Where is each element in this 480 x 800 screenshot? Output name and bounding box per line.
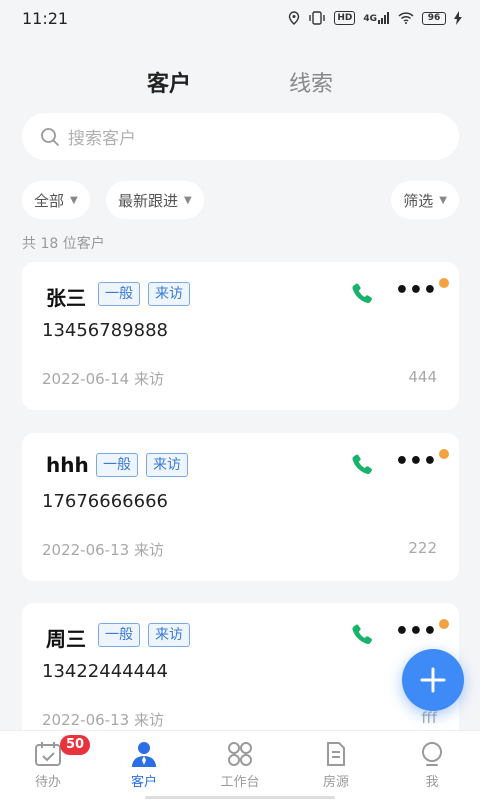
battery-icon: 96 — [422, 11, 446, 25]
customer-phone: 13456789888 — [42, 320, 168, 341]
unread-dot — [439, 449, 449, 459]
customer-phone: 17676666666 — [42, 491, 168, 512]
person-icon — [132, 742, 156, 767]
customer-card[interactable]: hhh 一般 来访 ••• 17676666666 2022-06-13 来访 … — [22, 433, 459, 581]
caret-down-icon: ▼ — [70, 194, 78, 206]
customer-tag: 来访 — [148, 282, 190, 306]
caret-down-icon: ▼ — [184, 194, 192, 206]
customer-card[interactable]: 周三 一般 来访 ••• 13422444444 2022-06-13 来访 f… — [22, 603, 459, 751]
customer-note: 222 — [408, 539, 437, 557]
more-icon[interactable]: ••• — [395, 621, 437, 643]
nav-item-me[interactable]: 我 — [384, 731, 480, 800]
home-indicator — [145, 796, 335, 799]
more-icon[interactable]: ••• — [395, 451, 437, 473]
nav-label: 客户 — [130, 775, 157, 790]
customer-tags: 一般 来访 — [96, 453, 188, 477]
filter-all-label: 全部 — [34, 191, 65, 210]
profile-bulb-icon — [422, 742, 442, 766]
customer-date: 2022-06-14 来访 — [42, 370, 164, 388]
plus-icon — [420, 667, 446, 693]
sort-latest-label: 最新跟进 — [118, 191, 179, 210]
caret-down-icon: ▼ — [439, 194, 447, 206]
phone-icon[interactable] — [349, 280, 375, 308]
tab-customers[interactable]: 客户 — [147, 62, 191, 102]
phone-icon[interactable] — [349, 621, 375, 649]
customer-tag: 一般 — [98, 623, 140, 647]
customer-tag: 来访 — [146, 453, 188, 477]
customer-tags: 一般 来访 — [98, 282, 190, 306]
customer-card[interactable]: 张三 一般 来访 ••• 13456789888 2022-06-14 来访 4… — [22, 262, 459, 410]
charging-icon — [454, 11, 462, 25]
customer-date: 2022-06-13 来访 — [42, 541, 164, 559]
nav-label: 我 — [425, 775, 439, 790]
network-label: 4G — [363, 14, 377, 24]
customer-note: fff — [421, 709, 437, 727]
customer-name: 周三 — [46, 627, 86, 651]
nav-label: 工作台 — [220, 775, 260, 790]
tab-leads[interactable]: 线索 — [289, 62, 333, 102]
phone-icon[interactable] — [349, 451, 375, 479]
sort-latest-dropdown[interactable]: 最新跟进 ▼ — [106, 181, 204, 219]
bottom-nav: 50 待办 客户 工作台 房源 我 — [0, 730, 480, 800]
status-icons: HD 4G 96 — [288, 11, 462, 25]
nav-item-listings[interactable]: 房源 — [288, 731, 384, 800]
network-icon: 4G — [363, 12, 390, 24]
status-bar: 11:21 HD 4G 96 — [0, 0, 480, 36]
add-customer-button[interactable] — [402, 649, 464, 711]
customer-phone: 13422444444 — [42, 661, 168, 682]
unread-dot — [439, 278, 449, 288]
location-icon — [289, 11, 300, 25]
filter-label: 筛选 — [403, 191, 434, 210]
wifi-icon — [398, 12, 414, 24]
unread-dot — [439, 619, 449, 629]
customer-note: 444 — [408, 368, 437, 386]
search-input[interactable]: 搜索客户 — [22, 113, 459, 160]
customer-tag: 一般 — [98, 282, 140, 306]
todo-badge: 50 — [60, 735, 91, 755]
customer-tag: 一般 — [96, 453, 138, 477]
vibrate-icon — [309, 11, 326, 25]
nav-item-todo[interactable]: 50 待办 — [0, 731, 96, 800]
hd-icon: HD — [334, 11, 356, 25]
calendar-check-icon — [35, 742, 61, 766]
search-icon — [41, 127, 59, 146]
customer-count: 共 18 位客户 — [22, 236, 105, 252]
status-time: 11:21 — [22, 8, 69, 28]
customer-date: 2022-06-13 来访 — [42, 711, 164, 729]
top-tabs: 客户 线索 — [0, 62, 480, 102]
more-icon[interactable]: ••• — [395, 280, 437, 302]
customer-name: hhh — [46, 453, 89, 477]
filter-button[interactable]: 筛选 ▼ — [391, 181, 459, 219]
nav-label: 房源 — [322, 775, 349, 790]
customer-tags: 一般 来访 — [98, 623, 190, 647]
customer-name: 张三 — [46, 286, 86, 310]
grid-clover-icon — [228, 742, 252, 766]
customer-tag: 来访 — [148, 623, 190, 647]
nav-label: 待办 — [34, 775, 61, 790]
filter-bar: 全部 ▼ 最新跟进 ▼ 筛选 ▼ — [22, 181, 459, 219]
nav-item-customers[interactable]: 客户 — [96, 731, 192, 800]
search-placeholder: 搜索客户 — [68, 129, 136, 149]
nav-item-workbench[interactable]: 工作台 — [192, 731, 288, 800]
document-icon — [327, 742, 345, 766]
filter-all-dropdown[interactable]: 全部 ▼ — [22, 181, 90, 219]
